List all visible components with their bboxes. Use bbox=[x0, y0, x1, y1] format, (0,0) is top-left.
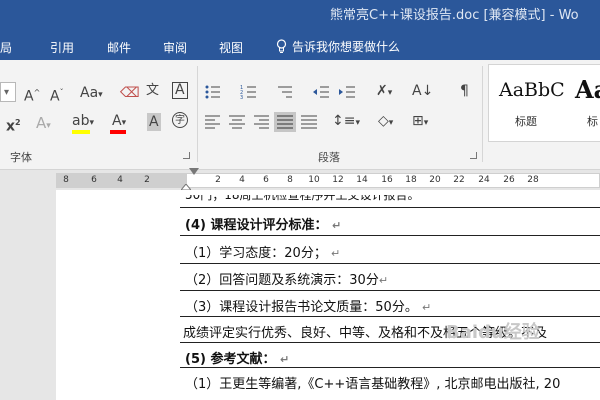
paragraph-group-label: 段落 bbox=[318, 151, 340, 164]
doc-line: (4) 课程设计评分标准： ↵ bbox=[185, 218, 342, 233]
group-divider bbox=[482, 66, 483, 162]
first-line-indent-marker[interactable] bbox=[189, 168, 199, 175]
ruler-tick: 16 bbox=[381, 175, 393, 185]
doc-line: (5) 参考文献： ↵ bbox=[185, 352, 290, 367]
font-group-label: 字体 bbox=[10, 151, 32, 164]
styles-gallery: AaBbC Aa 标题 标 bbox=[488, 64, 600, 142]
ruler-tick: 6 bbox=[91, 175, 97, 185]
paragraph-dialog-launcher[interactable] bbox=[470, 152, 477, 159]
shrink-font-icon[interactable]: Aˇ bbox=[50, 84, 64, 106]
window-title: 熊常亮C++课设报告.doc [兼容模式] - Wo bbox=[330, 8, 579, 23]
doc-line: （1）王更生等编著,《C++语言基础教程》, 北京邮电出版社, 20 bbox=[185, 377, 561, 392]
ruler-tick: 12 bbox=[332, 175, 344, 185]
ruler-tick: 6 bbox=[263, 175, 269, 185]
character-border-icon[interactable]: A bbox=[172, 82, 188, 99]
paragraph-border bbox=[180, 316, 600, 317]
lightbulb-icon bbox=[276, 39, 287, 53]
ruler-tick: 20 bbox=[429, 175, 441, 185]
doc-line: （3）课程设计报告书论文质量：50分。 ↵ bbox=[185, 300, 432, 315]
chinese-layout-icon[interactable]: ✗▾ bbox=[376, 82, 392, 102]
horizontal-ruler[interactable]: 8 6 4 2 2 4 6 8 10 12 14 16 18 20 22 24 … bbox=[56, 173, 600, 188]
watermark: Baidu经验 bbox=[446, 322, 540, 343]
title-bar: 熊常亮C++课设报告.doc [兼容模式] - Wo bbox=[0, 0, 600, 34]
ruler-tick: 14 bbox=[356, 175, 368, 185]
decrease-indent-icon[interactable] bbox=[312, 84, 330, 100]
show-marks-icon[interactable]: ¶ bbox=[460, 82, 469, 100]
change-case-icon[interactable]: Aa▾ bbox=[80, 84, 103, 104]
highlight-icon[interactable]: ab▾ bbox=[72, 112, 94, 132]
style-title-sample[interactable]: AaBbC bbox=[499, 79, 565, 101]
paragraph-border bbox=[180, 207, 600, 208]
ruler-tick: 24 bbox=[478, 175, 490, 185]
ruler-tick: 26 bbox=[503, 175, 515, 185]
ruler-tick: 4 bbox=[239, 175, 245, 185]
ruler-area: 8 6 4 2 2 4 6 8 10 12 14 16 18 20 22 24 … bbox=[0, 170, 600, 190]
doc-line: （1）学习态度：20分； ↵ bbox=[185, 246, 341, 261]
group-divider bbox=[197, 66, 198, 162]
align-left-icon[interactable] bbox=[204, 114, 222, 130]
align-center-icon[interactable] bbox=[228, 114, 246, 130]
clear-format-icon[interactable]: ⌫ bbox=[120, 84, 140, 102]
superscript-icon[interactable]: x2 bbox=[6, 114, 21, 136]
borders-icon[interactable]: ⊞▾ bbox=[412, 112, 428, 132]
ribbon: ▾ A^ Aˇ Aa▾ ⌫ 文 A x2 A▾ ab▾ A▾ A 字 字体 1 … bbox=[0, 60, 600, 170]
tab-view[interactable]: 视图 bbox=[219, 39, 243, 56]
distributed-icon[interactable] bbox=[300, 114, 318, 130]
doc-line: （2）回答问题及系统演示：30分↵ bbox=[185, 273, 389, 288]
grow-font-icon[interactable]: A^ bbox=[24, 84, 40, 106]
character-shading-icon[interactable]: A bbox=[147, 113, 161, 131]
numbering-icon[interactable]: 1 2 3 bbox=[240, 84, 258, 100]
sort-icon[interactable]: A↓ bbox=[412, 82, 433, 100]
ruler-tick: 2 bbox=[215, 175, 221, 185]
ruler-tick: 28 bbox=[527, 175, 539, 185]
font-color-bar bbox=[110, 130, 126, 134]
tab-mailings[interactable]: 邮件 bbox=[107, 39, 131, 56]
tell-me-text: 告诉我你想要做什么 bbox=[292, 40, 401, 54]
tab-review[interactable]: 审阅 bbox=[163, 39, 187, 56]
highlight-color-bar bbox=[72, 130, 90, 134]
ruler-tick: 8 bbox=[63, 175, 69, 185]
align-right-icon[interactable] bbox=[252, 114, 270, 130]
style-heading-label: 标 bbox=[587, 115, 598, 128]
enclose-characters-icon[interactable]: 字 bbox=[172, 112, 188, 128]
justify-icon[interactable] bbox=[274, 112, 296, 132]
ruler-tick: 18 bbox=[405, 175, 417, 185]
svg-text:3: 3 bbox=[240, 95, 243, 100]
tab-layout[interactable]: 局 bbox=[0, 39, 12, 56]
shading-icon[interactable]: ◇▾ bbox=[378, 112, 393, 132]
style-heading-sample[interactable]: Aa bbox=[575, 75, 600, 104]
line-spacing-icon[interactable]: ↕≡▾ bbox=[332, 112, 360, 132]
paragraph-border bbox=[180, 367, 600, 368]
bullets-icon[interactable] bbox=[204, 84, 222, 100]
ribbon-tabs: 局 引用 邮件 审阅 视图 告诉我你想要做什么 bbox=[0, 34, 600, 60]
ruler-tick: 4 bbox=[117, 175, 123, 185]
tab-references[interactable]: 引用 bbox=[50, 39, 74, 56]
paragraph-border bbox=[180, 235, 600, 236]
increase-indent-icon[interactable] bbox=[338, 84, 356, 100]
ruler-tick: 2 bbox=[144, 175, 150, 185]
paragraph-border bbox=[180, 290, 600, 291]
ruler-tick: 10 bbox=[308, 175, 320, 185]
ruler-tick: 8 bbox=[287, 175, 293, 185]
phonetic-guide-icon[interactable]: 文 bbox=[146, 82, 159, 100]
ruler-tick: 22 bbox=[453, 175, 465, 185]
multilevel-list-icon[interactable] bbox=[276, 84, 294, 100]
style-title-label: 标题 bbox=[515, 115, 537, 128]
dropdown-arrow-icon[interactable]: ▾ bbox=[4, 84, 9, 102]
font-dialog-launcher[interactable] bbox=[183, 152, 190, 159]
text-effects-icon[interactable]: A▾ bbox=[36, 114, 51, 135]
paragraph-border bbox=[180, 263, 600, 264]
font-color-icon[interactable]: A▾ bbox=[112, 112, 126, 132]
tell-me-box[interactable]: 告诉我你想要做什么 bbox=[276, 38, 400, 55]
